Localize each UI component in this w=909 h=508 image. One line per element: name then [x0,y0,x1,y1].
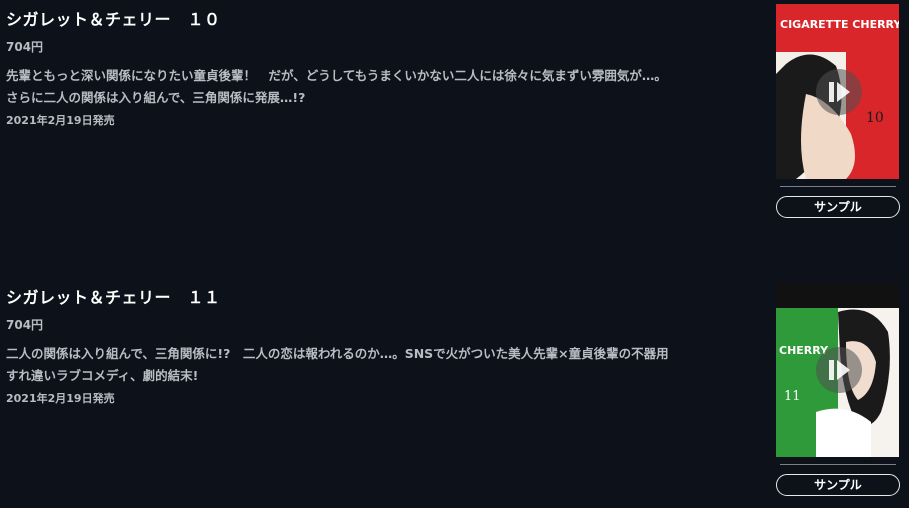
release-date: 2021年2月19日発売 [6,392,115,405]
description-line: さらに二人の関係は入り組んで、三角関係に発展…!? [6,90,306,105]
product-title[interactable]: シガレット＆チェリー １０ [6,6,221,30]
product-title[interactable]: シガレット＆チェリー １１ [6,284,221,308]
cover-title-text: CIGARETTE CHERRY [780,18,899,31]
product-description: 二人の関係は入り組んで、三角関係に!? 二人の恋は報われるのか…。SNSで火がつ… [6,343,761,387]
svg-text:10: 10 [866,110,884,126]
release-date: 2021年2月19日発売 [6,114,115,127]
product-item: シガレット＆チェリー １０ 704円 先輩ともっと深い関係になりたい童貞後輩！ … [0,0,909,230]
svg-text:11: 11 [784,389,801,404]
description-line: 先輩ともっと深い関係になりたい童貞後輩！ だが、どうしてもうまくいかない二人には… [6,68,667,83]
sample-button[interactable]: サンプル [776,474,900,496]
divider [780,186,896,187]
sample-button[interactable]: サンプル [776,196,900,218]
play-icon[interactable] [816,347,862,393]
cover-image[interactable]: CHERRY 11 [776,282,899,457]
description-line: 二人の関係は入り組んで、三角関係に!? 二人の恋は報われるのか…。SNSで火がつ… [6,346,669,361]
product-item: シガレット＆チェリー １１ 704円 二人の関係は入り組んで、三角関係に!? 二… [0,278,909,508]
divider [780,464,896,465]
product-price: 704円 [6,318,44,332]
cover-image[interactable]: CIGARETTE CHERRY 10 [776,4,899,179]
description-line: すれ違いラブコメディ、劇的結末! [6,368,199,383]
play-icon[interactable] [816,69,862,115]
product-description: 先輩ともっと深い関係になりたい童貞後輩！ だが、どうしてもうまくいかない二人には… [6,65,761,109]
product-price: 704円 [6,40,44,54]
